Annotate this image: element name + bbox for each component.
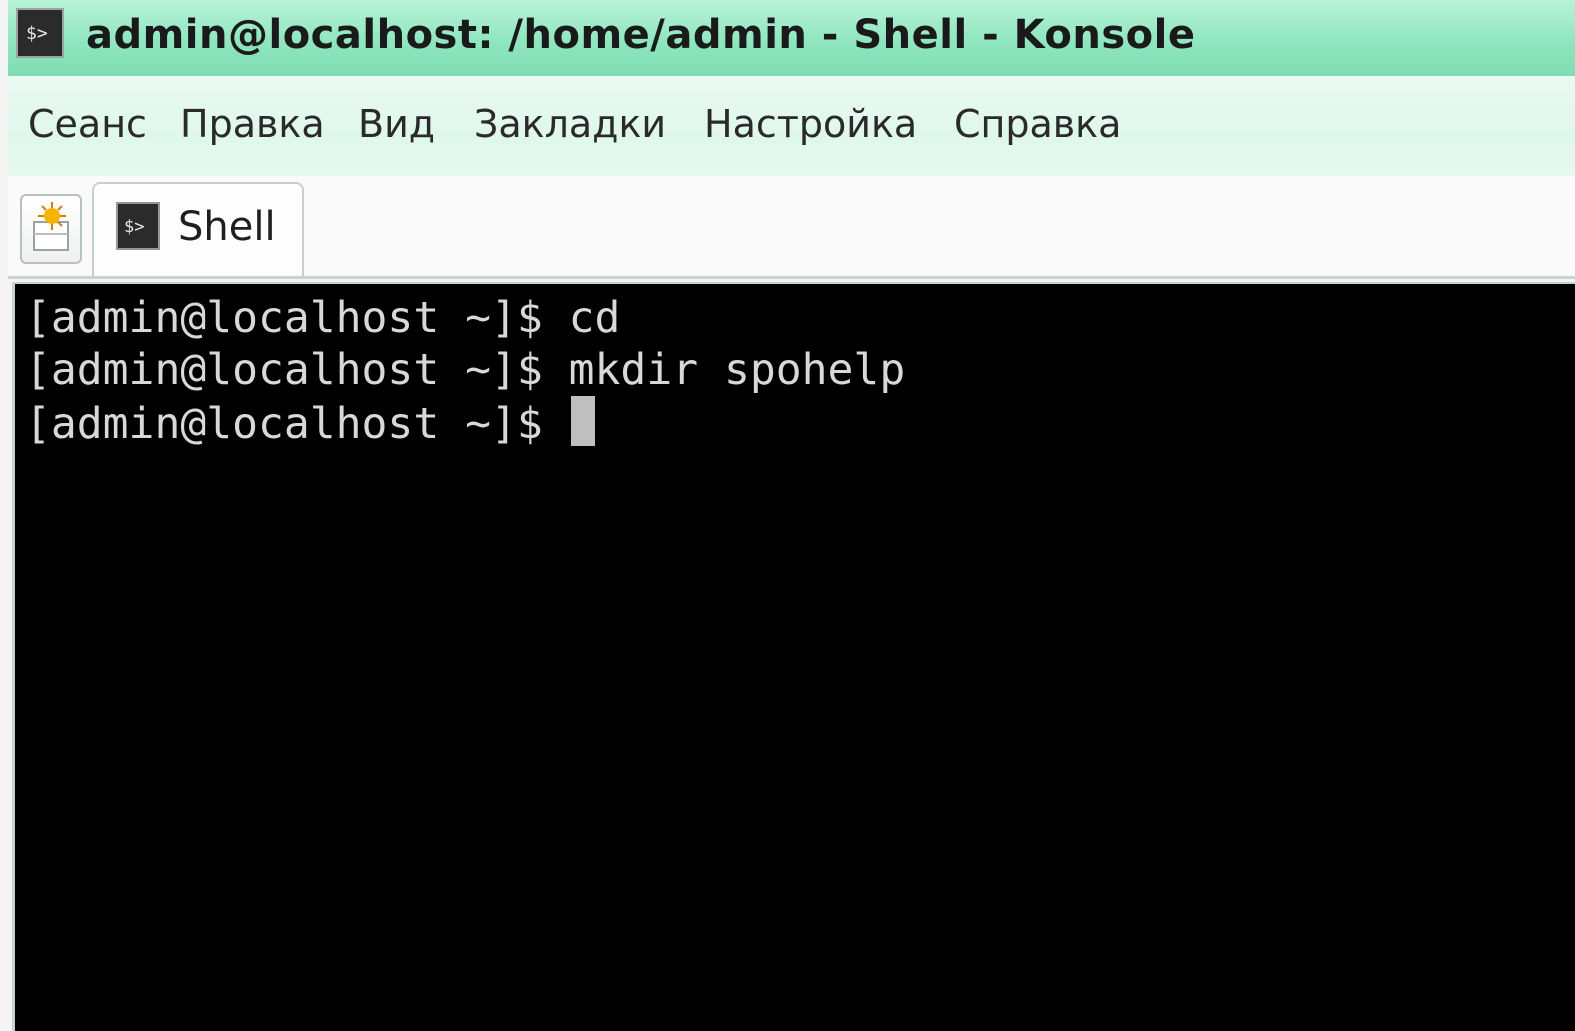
prompt: [admin@localhost ~]$	[25, 345, 569, 395]
title-bar[interactable]: $> admin@localhost: /home/admin - Shell …	[8, 0, 1575, 76]
terminal-tab-icon: $>	[116, 202, 160, 250]
menu-item-help[interactable]: Справка	[954, 102, 1121, 146]
menu-item-session[interactable]: Сеанс	[28, 102, 147, 146]
tab-bar: $> Shell	[8, 176, 1575, 279]
tab-label: Shell	[178, 204, 276, 250]
svg-text:$>: $>	[26, 23, 48, 44]
command: mkdir spohelp	[568, 345, 906, 395]
svg-text:$>: $>	[124, 217, 144, 237]
menu-item-settings[interactable]: Настройка	[704, 102, 917, 146]
menu-bar: Сеанс Правка Вид Закладки Настройка Спра…	[8, 76, 1575, 176]
terminal-app-icon[interactable]: $>	[16, 8, 64, 58]
prompt: [admin@localhost ~]$	[25, 399, 569, 449]
terminal-area[interactable]: [admin@localhost ~]$ cd [admin@localhost…	[12, 282, 1575, 1031]
menu-item-edit[interactable]: Правка	[180, 102, 325, 146]
new-tab-icon	[33, 202, 69, 251]
menu-item-view[interactable]: Вид	[358, 102, 435, 146]
command: cd	[568, 293, 621, 343]
tab-shell[interactable]: $> Shell	[92, 182, 304, 276]
text-cursor	[570, 396, 595, 446]
window-title: admin@localhost: /home/admin - Shell - K…	[86, 12, 1196, 58]
terminal-line: [admin@localhost ~]$ mkdir spohelp	[25, 344, 905, 396]
terminal-line: [admin@localhost ~]$ cd	[25, 292, 620, 344]
menu-item-bookmarks[interactable]: Закладки	[474, 102, 666, 146]
new-tab-button[interactable]	[20, 194, 82, 264]
terminal-line: [admin@localhost ~]$	[25, 396, 595, 450]
konsole-window: $> admin@localhost: /home/admin - Shell …	[0, 0, 1575, 1031]
prompt: [admin@localhost ~]$	[25, 293, 569, 343]
